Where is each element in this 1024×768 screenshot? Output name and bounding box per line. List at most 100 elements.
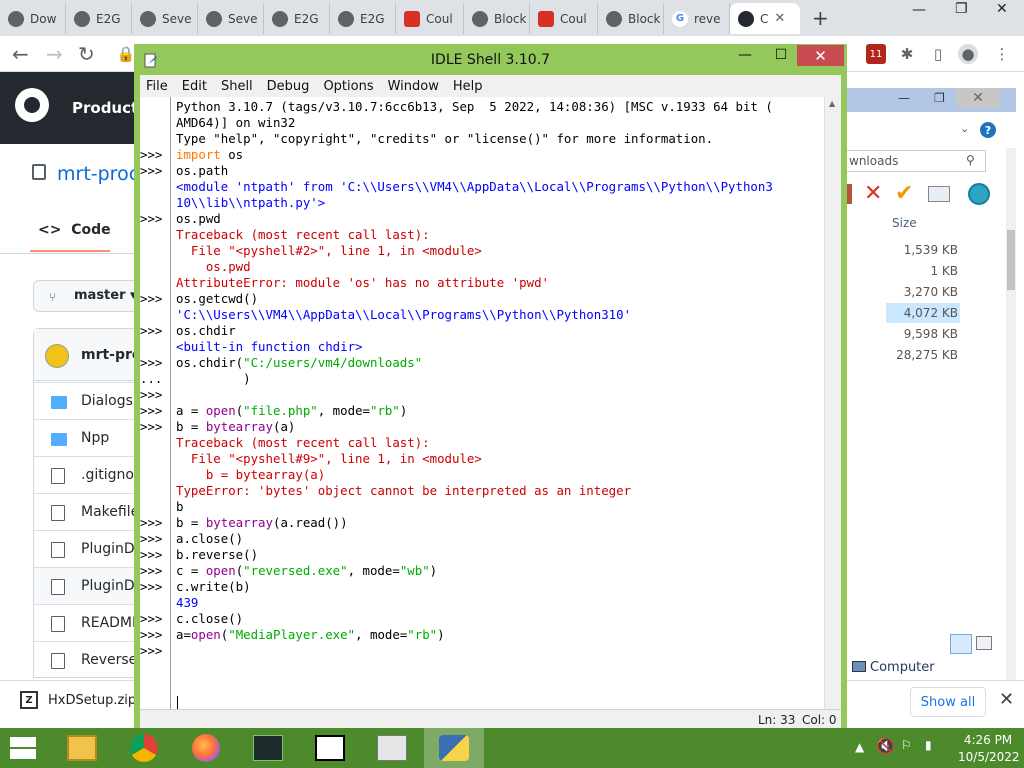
file-name[interactable]: Makefile <box>81 504 139 520</box>
idle-close-button[interactable]: ✕ <box>797 45 844 66</box>
extension-badge-icon[interactable]: 11 <box>866 44 886 64</box>
back-icon[interactable]: ← <box>12 42 29 66</box>
network-icon[interactable]: ▮ <box>925 738 932 752</box>
windows-start-icon[interactable] <box>10 737 36 759</box>
action-center-icon[interactable]: ⚐ <box>901 738 912 752</box>
file-size[interactable]: 28,275 KB <box>886 345 960 365</box>
tab-reve[interactable]: Greve <box>664 3 730 34</box>
avatar[interactable] <box>45 344 69 368</box>
tab-e2g[interactable]: E2G <box>330 3 396 34</box>
file-size[interactable]: 3,270 KB <box>886 282 960 302</box>
menu-debug[interactable]: Debug <box>261 79 316 94</box>
github-nav-product[interactable]: Product <box>72 99 138 117</box>
browser-menu-icon[interactable]: ⋮ <box>992 44 1012 64</box>
tab-c[interactable]: C ✕ <box>730 3 800 34</box>
file-name[interactable]: PluginD <box>81 541 135 557</box>
close-icon[interactable]: ✕ <box>999 689 1014 710</box>
file-size[interactable]: 4,072 KB <box>886 303 960 323</box>
taskbar-button[interactable] <box>300 728 360 768</box>
explorer-minimize-button[interactable]: — <box>898 91 910 105</box>
menu-file[interactable]: File <box>140 79 174 94</box>
list-item[interactable]: Npp <box>34 419 140 456</box>
new-tab-button[interactable]: + <box>812 6 829 30</box>
show-all-button[interactable]: Show all <box>910 687 986 717</box>
idle-titlebar[interactable]: IDLE Shell 3.10.7 — ☐ ✕ <box>134 44 847 75</box>
tray-chevron-icon[interactable]: ▲ <box>855 740 864 754</box>
tab-block[interactable]: Block <box>598 3 664 34</box>
details-view-icon[interactable] <box>950 634 972 654</box>
menu-edit[interactable]: Edit <box>176 79 213 94</box>
file-name[interactable]: Dialogs <box>81 393 133 409</box>
explorer-maximize-button[interactable]: ❐ <box>934 91 945 105</box>
download-item[interactable]: HxDSetup.zip <box>48 693 136 708</box>
idle-maximize-button[interactable]: ☐ <box>768 44 794 66</box>
commit-author[interactable]: mrt-pro <box>81 347 142 363</box>
tab-dow[interactable]: Dow <box>0 3 66 34</box>
taskbar-button[interactable] <box>424 728 484 768</box>
file-name[interactable]: READMI <box>81 615 136 631</box>
globe-icon[interactable] <box>968 183 990 205</box>
tab-close-icon[interactable]: ✕ <box>774 11 785 26</box>
file-name[interactable]: PluginD <box>81 578 135 594</box>
tab-seve[interactable]: Seve <box>198 3 264 34</box>
list-item[interactable]: Dialogs <box>34 382 140 419</box>
file-name[interactable]: Npp <box>81 430 109 446</box>
explorer-scrollbar[interactable] <box>1006 148 1016 728</box>
clock-time[interactable]: 4:26 PM <box>958 733 1018 747</box>
browser-close-button[interactable]: ✕ <box>996 1 1008 17</box>
menu-window[interactable]: Window <box>382 79 445 94</box>
file-name[interactable]: Reverse <box>81 652 137 668</box>
taskbar-button[interactable] <box>238 728 298 768</box>
file-size[interactable]: 1 KB <box>886 261 960 281</box>
delete-icon[interactable]: ✕ <box>864 181 882 206</box>
browser-minimize-button[interactable]: — <box>912 2 926 18</box>
list-item[interactable]: PluginD <box>34 567 140 604</box>
list-item[interactable]: Makefile <box>34 493 140 530</box>
tab-coul[interactable]: Coul <box>396 3 464 34</box>
tab-seve[interactable]: Seve <box>132 3 198 34</box>
properties-icon[interactable] <box>928 186 950 202</box>
clock-date[interactable]: 10/5/2022 <box>958 750 1020 764</box>
explorer-search-input[interactable]: wnloads <box>846 150 986 172</box>
nav-item-computer[interactable]: Computer <box>852 660 935 675</box>
scroll-up-icon[interactable]: ▲ <box>829 99 835 108</box>
tab-e2g[interactable]: E2G <box>66 3 132 34</box>
file-size[interactable]: 1,539 KB <box>886 240 960 260</box>
menu-shell[interactable]: Shell <box>215 79 259 94</box>
taskbar-button[interactable] <box>114 728 174 768</box>
list-item[interactable]: READMI <box>34 604 140 641</box>
size-column-header[interactable]: Size <box>892 216 917 230</box>
side-panel-icon[interactable]: ▯ <box>928 44 948 64</box>
tab-e2g[interactable]: E2G <box>264 3 330 34</box>
tab-code[interactable]: <> Code <box>38 222 111 238</box>
checkmark-icon[interactable]: ✔ <box>895 181 913 206</box>
file-size[interactable]: 9,598 KB <box>886 324 960 344</box>
menu-options[interactable]: Options <box>317 79 379 94</box>
taskbar-button[interactable] <box>52 728 112 768</box>
taskbar-button[interactable] <box>362 728 422 768</box>
file-name[interactable]: .gitignor <box>81 467 140 483</box>
tab-coul[interactable]: Coul <box>530 3 598 34</box>
explorer-scroll-thumb[interactable] <box>1007 230 1015 290</box>
browser-restore-button[interactable]: ❐ <box>955 1 968 17</box>
volume-muted-icon[interactable]: 🔇 <box>876 737 895 755</box>
forward-icon[interactable]: → <box>46 42 63 66</box>
profile-avatar-icon[interactable]: ● <box>958 44 978 64</box>
extensions-puzzle-icon[interactable]: ✱ <box>897 44 917 64</box>
chevron-down-icon[interactable]: ⌄ <box>960 122 969 135</box>
menu-help[interactable]: Help <box>447 79 489 94</box>
github-logo-icon[interactable] <box>15 88 49 122</box>
idle-minimize-button[interactable]: — <box>732 44 758 66</box>
explorer-close-button[interactable]: ✕ <box>956 88 1000 108</box>
repo-name-link[interactable]: mrt-proc <box>57 163 139 185</box>
large-icons-view-icon[interactable] <box>976 636 992 650</box>
reload-icon[interactable]: ↻ <box>78 42 95 66</box>
tab-block[interactable]: Block <box>464 3 530 34</box>
list-item[interactable]: .gitignor <box>34 456 140 493</box>
list-item[interactable]: PluginD <box>34 530 140 567</box>
taskbar-button[interactable] <box>176 728 236 768</box>
idle-vertical-scrollbar[interactable]: ▲ <box>824 97 841 729</box>
list-item[interactable]: Reverse <box>34 641 140 678</box>
search-icon[interactable]: ⚲ <box>966 153 975 167</box>
help-icon[interactable]: ? <box>980 122 996 138</box>
